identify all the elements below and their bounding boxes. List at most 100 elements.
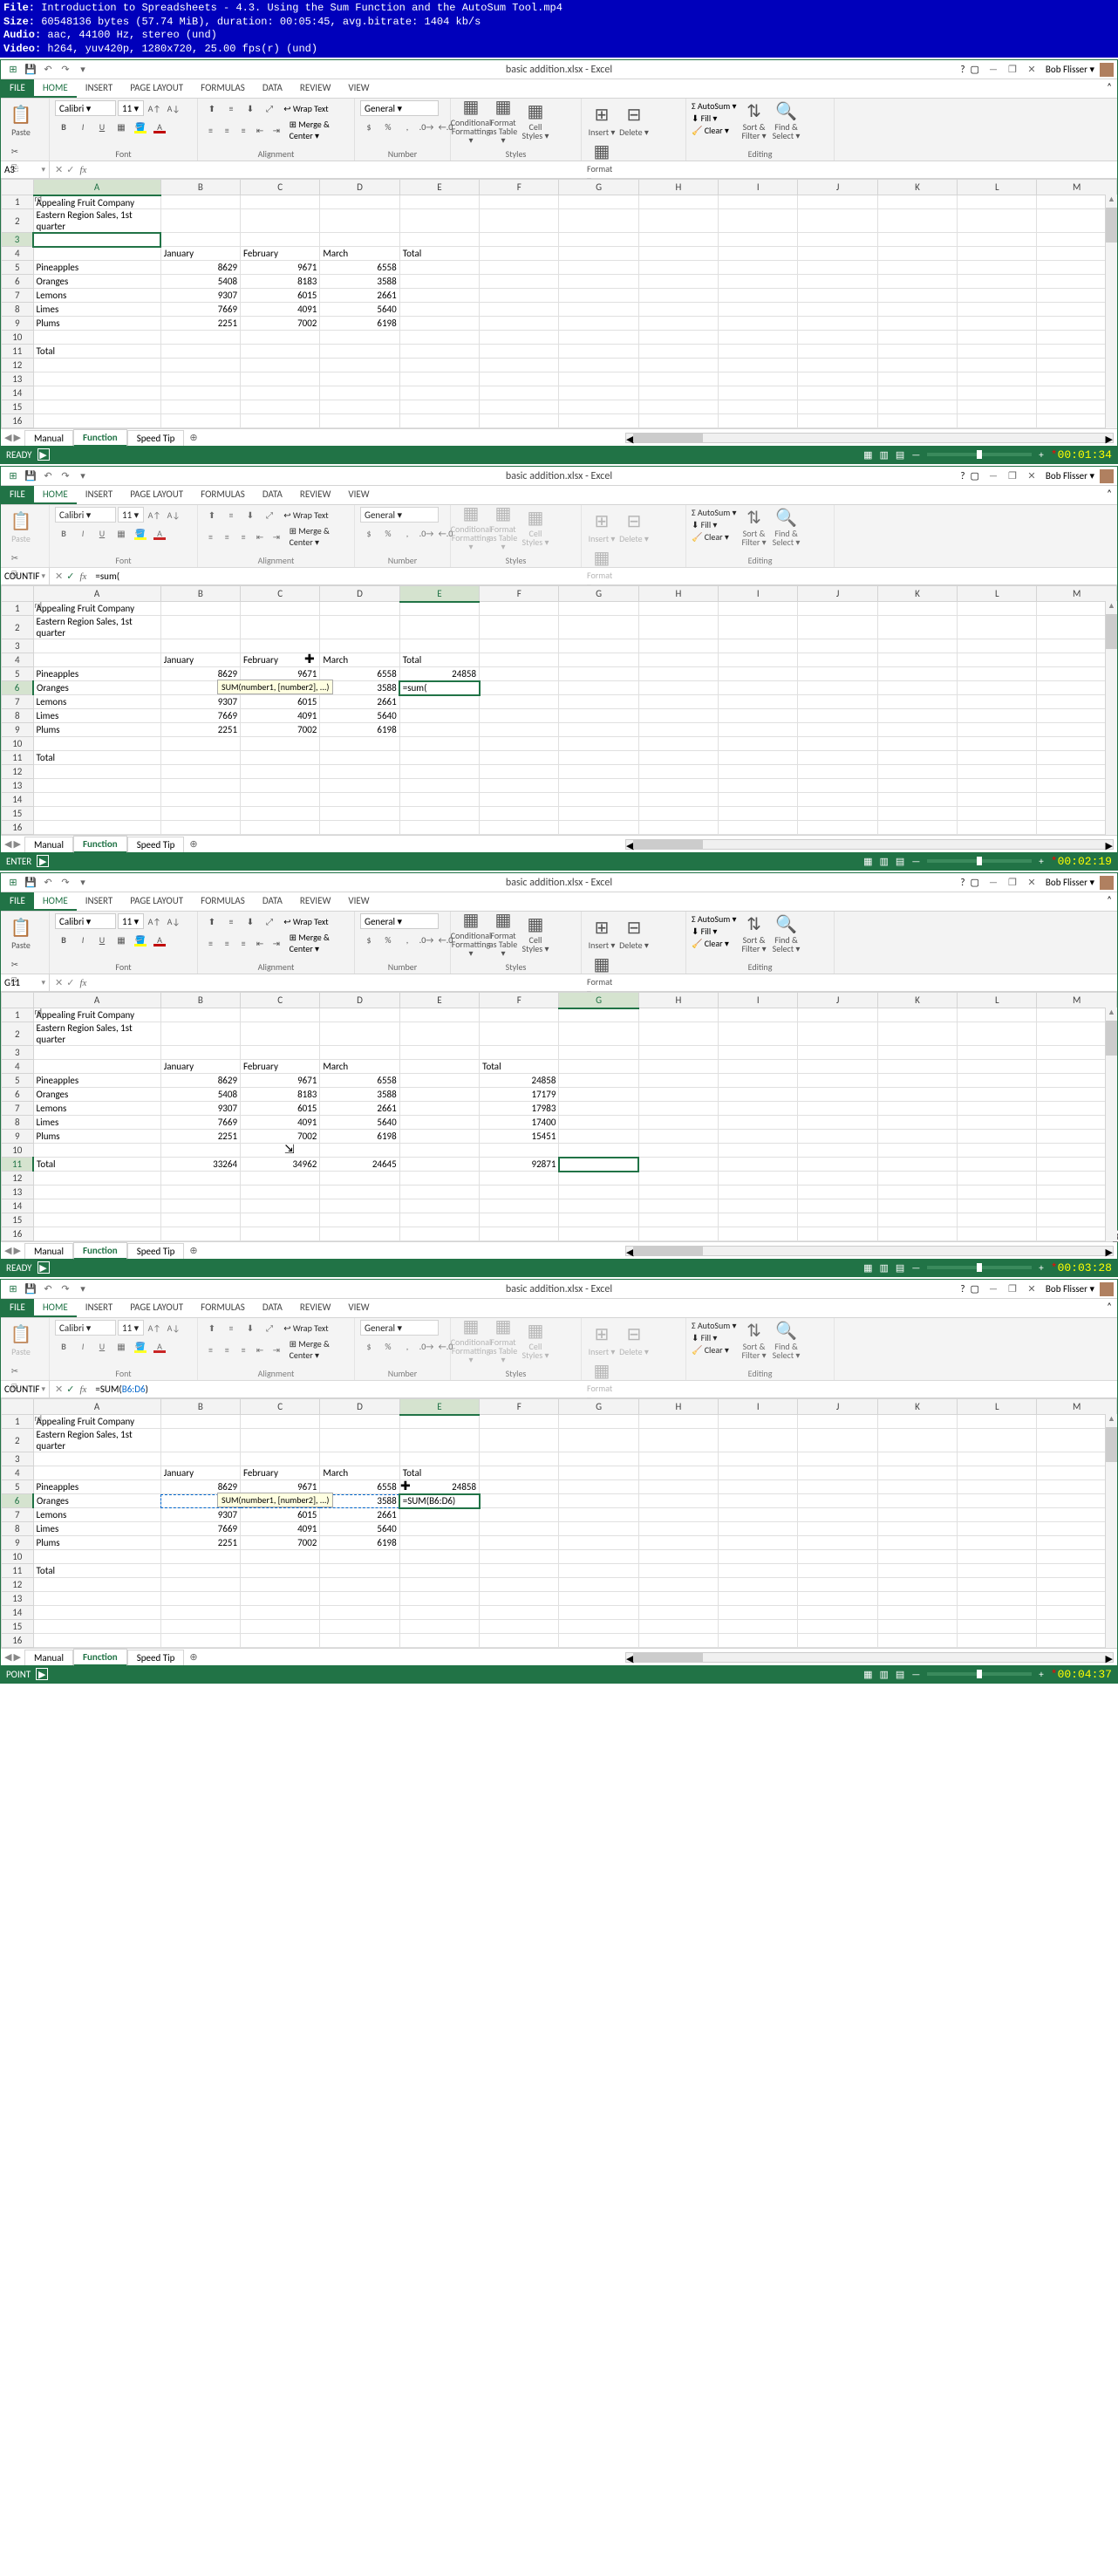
- cell-C1[interactable]: [241, 1415, 320, 1429]
- cell-H13[interactable]: [638, 372, 718, 386]
- cell-B12[interactable]: [160, 1578, 240, 1592]
- cell-A6[interactable]: Oranges: [33, 1494, 160, 1508]
- cell-J8[interactable]: [798, 303, 877, 317]
- cell-F14[interactable]: [480, 1199, 559, 1213]
- align-top-icon[interactable]: ⬆: [203, 100, 221, 116]
- cell-B9[interactable]: 2251: [160, 317, 240, 331]
- undo-icon[interactable]: ↶: [41, 876, 55, 890]
- tab-view[interactable]: VIEW: [339, 79, 378, 98]
- cell-F8[interactable]: 17400: [480, 1116, 559, 1130]
- fill-color-icon[interactable]: 🪣: [132, 525, 149, 541]
- cell-K4[interactable]: [877, 247, 957, 261]
- cell-E4[interactable]: Total: [399, 1466, 479, 1480]
- cell-E6[interactable]: [399, 1088, 479, 1102]
- cell-H14[interactable]: [638, 793, 718, 807]
- tab-review[interactable]: REVIEW: [291, 79, 340, 98]
- cell-styles-button[interactable]: ▦Cell Styles ▾: [521, 913, 550, 953]
- conditional-formatting-button[interactable]: ▦Conditional Formatting ▾: [456, 507, 486, 547]
- cell-B16[interactable]: [160, 821, 240, 835]
- col-header-M[interactable]: M: [1037, 586, 1117, 602]
- cell-J14[interactable]: [798, 1606, 877, 1620]
- cell-B7[interactable]: 9307: [160, 1508, 240, 1522]
- underline-icon[interactable]: U: [93, 119, 111, 134]
- cell-D15[interactable]: [320, 1213, 399, 1227]
- row-header-11[interactable]: 11: [2, 345, 34, 359]
- cell-styles-button[interactable]: ▦Cell Styles ▾: [521, 100, 550, 140]
- row-header-6[interactable]: 6: [2, 1494, 34, 1508]
- cell-D3[interactable]: [320, 1452, 399, 1466]
- cell-K13[interactable]: [877, 1186, 957, 1199]
- align-center-icon[interactable]: ≡: [220, 529, 235, 544]
- cell-B9[interactable]: 2251: [160, 1536, 240, 1550]
- cell-D6[interactable]: 3588: [320, 275, 399, 289]
- col-header-J[interactable]: J: [798, 180, 877, 195]
- cell-A16[interactable]: [33, 414, 160, 428]
- cell-K16[interactable]: [877, 821, 957, 835]
- sheet-nav-next-icon[interactable]: ▶: [13, 838, 20, 850]
- cell-E3[interactable]: [399, 1452, 479, 1466]
- cell-F6[interactable]: 17179: [480, 1088, 559, 1102]
- row-header-5[interactable]: 5: [2, 1074, 34, 1088]
- cell-E1[interactable]: [399, 1008, 479, 1022]
- tab-page-layout[interactable]: PAGE LAYOUT: [121, 892, 192, 911]
- cell-H14[interactable]: [638, 386, 718, 400]
- cell-J15[interactable]: [798, 1620, 877, 1634]
- cell-H15[interactable]: [638, 1213, 718, 1227]
- user-name[interactable]: Bob Flisser ▾: [1046, 1283, 1094, 1295]
- cell-F9[interactable]: 15451: [480, 1130, 559, 1144]
- tab-insert[interactable]: INSERT: [77, 486, 122, 504]
- row-header-10[interactable]: 10: [2, 331, 34, 345]
- tab-view[interactable]: VIEW: [339, 892, 378, 911]
- col-header-H[interactable]: H: [638, 586, 718, 602]
- row-header-5[interactable]: 5: [2, 667, 34, 681]
- fx-icon[interactable]: fx: [79, 165, 92, 175]
- cell-G14[interactable]: [559, 793, 638, 807]
- cell-C5[interactable]: 9671: [241, 1074, 320, 1088]
- col-header-A[interactable]: A: [33, 586, 160, 602]
- cell-G9[interactable]: [559, 317, 638, 331]
- cell-B11[interactable]: [160, 345, 240, 359]
- cell-I3[interactable]: [719, 1046, 798, 1060]
- cell-J1[interactable]: [798, 1008, 877, 1022]
- cell-F16[interactable]: [480, 414, 559, 428]
- row-header-16[interactable]: 16: [2, 1227, 34, 1241]
- currency-icon[interactable]: $: [360, 119, 378, 134]
- cell-F16[interactable]: [480, 821, 559, 835]
- cell-F13[interactable]: [480, 1186, 559, 1199]
- row-header-12[interactable]: 12: [2, 1172, 34, 1186]
- cell-I13[interactable]: [719, 372, 798, 386]
- cell-I8[interactable]: [719, 709, 798, 723]
- cell-C16[interactable]: [241, 821, 320, 835]
- cell-L9[interactable]: [958, 1536, 1037, 1550]
- increase-decimal-icon[interactable]: .0→: [418, 1338, 435, 1354]
- sort-filter-button[interactable]: ⇅Sort & Filter ▾: [740, 913, 769, 953]
- cell-K4[interactable]: [877, 1466, 957, 1480]
- cell-E5[interactable]: [399, 1074, 479, 1088]
- cell-H12[interactable]: [638, 1172, 718, 1186]
- cell-F5[interactable]: [480, 261, 559, 275]
- cell-J9[interactable]: [798, 317, 877, 331]
- cell-A5[interactable]: Pineapples: [33, 1480, 160, 1494]
- cell-K12[interactable]: [877, 1578, 957, 1592]
- cell-F10[interactable]: [480, 1550, 559, 1564]
- collapse-ribbon-icon[interactable]: ˄: [1101, 892, 1117, 911]
- zoom-in-icon[interactable]: +: [1039, 1669, 1043, 1680]
- cell-F4[interactable]: [480, 247, 559, 261]
- row-header-2[interactable]: 2: [2, 1022, 34, 1046]
- cell-K16[interactable]: [877, 1634, 957, 1648]
- cell-J16[interactable]: [798, 821, 877, 835]
- enter-formula-icon[interactable]: ✓: [66, 1384, 74, 1395]
- cell-A16[interactable]: [33, 1634, 160, 1648]
- tab-insert[interactable]: INSERT: [77, 1299, 122, 1317]
- find-select-button[interactable]: 🔍Find & Select ▾: [772, 507, 801, 547]
- row-header-16[interactable]: 16: [2, 1634, 34, 1648]
- cell-H8[interactable]: [638, 303, 718, 317]
- select-all-corner[interactable]: [2, 993, 34, 1008]
- col-header-E[interactable]: E: [399, 180, 479, 195]
- tab-file[interactable]: FILE: [1, 79, 34, 98]
- horizontal-scrollbar[interactable]: ◀▶: [625, 1246, 1114, 1256]
- align-right-icon[interactable]: ≡: [236, 529, 251, 544]
- cell-B11[interactable]: 33264: [160, 1158, 240, 1172]
- cell-C4[interactable]: February: [241, 247, 320, 261]
- cell-K4[interactable]: [877, 653, 957, 667]
